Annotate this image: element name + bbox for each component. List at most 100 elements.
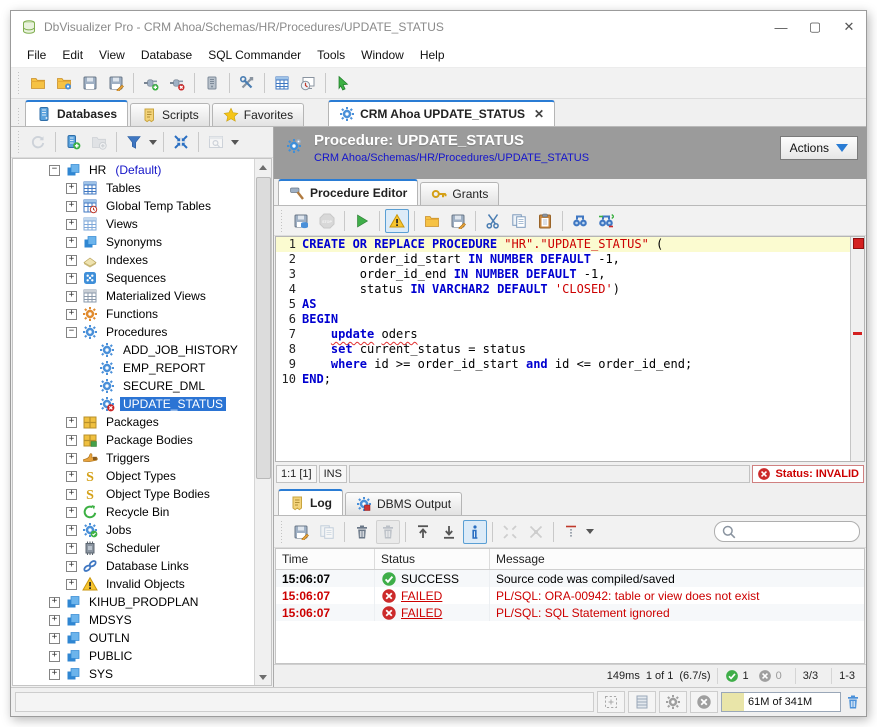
tree-item-emp-report[interactable]: EMP_REPORT: [13, 359, 254, 377]
row-count-button[interactable]: [628, 691, 656, 713]
server-button[interactable]: [200, 71, 224, 95]
editor-tab-grants[interactable]: Grants: [420, 182, 499, 205]
code-line-5[interactable]: 5AS: [276, 297, 850, 312]
tree-item-tables[interactable]: +Tables: [13, 179, 254, 197]
tree-expander-icon[interactable]: +: [49, 597, 60, 608]
warning-button[interactable]: [385, 209, 409, 233]
trash-button[interactable]: [350, 520, 374, 544]
tree-expander-icon[interactable]: +: [66, 273, 77, 284]
error-marker-top[interactable]: [853, 238, 864, 249]
tree-expander-icon[interactable]: +: [49, 633, 60, 644]
tree-scrollbar-thumb[interactable]: [256, 177, 271, 479]
trash-button[interactable]: [376, 520, 400, 544]
tree-expander-icon[interactable]: +: [66, 237, 77, 248]
tree-expander-icon[interactable]: +: [66, 255, 77, 266]
paste-button[interactable]: [533, 209, 557, 233]
selection-mode-button[interactable]: [597, 691, 625, 713]
disconnect-button[interactable]: [165, 71, 189, 95]
collapse-x-button[interactable]: [169, 130, 193, 154]
menu-file[interactable]: File: [19, 45, 54, 65]
log-column-header-message[interactable]: Message: [490, 549, 864, 569]
menu-view[interactable]: View: [91, 45, 133, 65]
tree-expander-icon[interactable]: +: [66, 525, 77, 536]
tree-item-public[interactable]: +PUBLIC: [13, 647, 254, 665]
menu-tools[interactable]: Tools: [309, 45, 353, 65]
tree-item-triggers[interactable]: +Triggers: [13, 449, 254, 467]
cancel-task-button[interactable]: [690, 691, 718, 713]
folder-gear-button[interactable]: [52, 71, 76, 95]
tree-item-update-status[interactable]: UPDATE_STATUS: [13, 395, 254, 413]
tools-button[interactable]: [235, 71, 259, 95]
monitor-clock-button[interactable]: [296, 71, 320, 95]
tree-item-functions[interactable]: +Functions: [13, 305, 254, 323]
collapse-arrows-button[interactable]: [524, 520, 548, 544]
tree-expander-icon[interactable]: +: [66, 471, 77, 482]
log-tab-log[interactable]: Log: [278, 489, 343, 515]
log-row-2[interactable]: 15:06:07FAILEDPL/SQL: ORA-00942: table o…: [276, 587, 864, 604]
binoculars-replace-button[interactable]: [594, 209, 618, 233]
tree-expander-icon[interactable]: +: [66, 309, 77, 320]
dots-col-button[interactable]: [559, 520, 583, 544]
dropdown-caret-icon[interactable]: [584, 520, 596, 544]
save-button[interactable]: [78, 71, 102, 95]
tree-expander-icon[interactable]: +: [49, 669, 60, 680]
tree-item-secure-dml[interactable]: SECURE_DML: [13, 377, 254, 395]
save-as-button[interactable]: [289, 520, 313, 544]
tree-item-sys[interactable]: +SYS: [13, 665, 254, 683]
object-tab-close-icon[interactable]: ✕: [534, 107, 544, 121]
tree-item-hr[interactable]: −HR(Default): [13, 161, 254, 179]
tree-item-views[interactable]: +Views: [13, 215, 254, 233]
tree-item-scheduler[interactable]: +Scheduler: [13, 539, 254, 557]
filter-button[interactable]: [122, 130, 146, 154]
error-marker-line7[interactable]: [853, 332, 862, 335]
code-line-9[interactable]: 9 where id >= order_id_start and id <= o…: [276, 357, 850, 372]
refresh-button[interactable]: [26, 130, 50, 154]
settings-button[interactable]: [659, 691, 687, 713]
menu-sql-commander[interactable]: SQL Commander: [200, 45, 309, 65]
tree-expander-icon[interactable]: +: [66, 579, 77, 590]
binoculars-button[interactable]: [568, 209, 592, 233]
tree-expander-icon[interactable]: +: [66, 291, 77, 302]
tree-item-kihub-prodplan[interactable]: +KIHUB_PRODPLAN: [13, 593, 254, 611]
tree-expander-icon[interactable]: +: [66, 453, 77, 464]
code-line-4[interactable]: 4 status IN VARCHAR2 DEFAULT 'CLOSED'): [276, 282, 850, 297]
log-column-header-time[interactable]: Time: [276, 549, 375, 569]
breadcrumb[interactable]: CRM Ahoa/Schemas/HR/Procedures/UPDATE_ST…: [314, 151, 780, 166]
log-search-input[interactable]: [741, 525, 853, 539]
code-line-6[interactable]: 6BEGIN: [276, 312, 850, 327]
tree-expander-icon[interactable]: +: [66, 435, 77, 446]
tree-expander-icon[interactable]: +: [66, 543, 77, 554]
error-stripe[interactable]: [850, 237, 864, 461]
connect-button[interactable]: [139, 71, 163, 95]
code-line-2[interactable]: 2 order_id_start IN NUMBER DEFAULT -1,: [276, 252, 850, 267]
maximize-button[interactable]: ▢: [798, 12, 832, 42]
copy-button[interactable]: [315, 520, 339, 544]
tree-item-materialized-views[interactable]: +Materialized Views: [13, 287, 254, 305]
top-arrow-button[interactable]: [411, 520, 435, 544]
editor-tab-procedure-editor[interactable]: Procedure Editor: [278, 179, 418, 205]
tree-item-synonyms[interactable]: +Synonyms: [13, 233, 254, 251]
tree-expander-icon[interactable]: +: [66, 489, 77, 500]
tree-expander-icon[interactable]: −: [66, 327, 77, 338]
menu-help[interactable]: Help: [412, 45, 453, 65]
tree-expander-icon[interactable]: +: [66, 507, 77, 518]
bottom-arrow-button[interactable]: [437, 520, 461, 544]
log-tab-dbms-output[interactable]: DBMS Output: [345, 492, 462, 515]
close-button[interactable]: ✕: [832, 12, 866, 42]
tab-favorites[interactable]: Favorites: [212, 103, 304, 126]
open-folder-button[interactable]: [420, 209, 444, 233]
object-tab-crm-ahoa-update-status[interactable]: CRM Ahoa UPDATE_STATUS ✕: [328, 100, 555, 126]
dropdown-caret-icon[interactable]: [229, 130, 241, 154]
save-as-button[interactable]: [446, 209, 470, 233]
tree-item-procedures[interactable]: −Procedures: [13, 323, 254, 341]
tree-item-invalid-objects[interactable]: +Invalid Objects: [13, 575, 254, 593]
garbage-collect-icon[interactable]: [844, 693, 862, 711]
tree-item-outln[interactable]: +OUTLN: [13, 629, 254, 647]
tree-item-add-job-history[interactable]: ADD_JOB_HISTORY: [13, 341, 254, 359]
tree-item-sequences[interactable]: +Sequences: [13, 269, 254, 287]
menu-database[interactable]: Database: [133, 45, 200, 65]
code-line-10[interactable]: 10END;: [276, 372, 850, 387]
info-button[interactable]: [463, 520, 487, 544]
log-row-1[interactable]: 15:06:07SUCCESSSource code was compiled/…: [276, 570, 864, 587]
tree-item-object-types[interactable]: +SObject Types: [13, 467, 254, 485]
